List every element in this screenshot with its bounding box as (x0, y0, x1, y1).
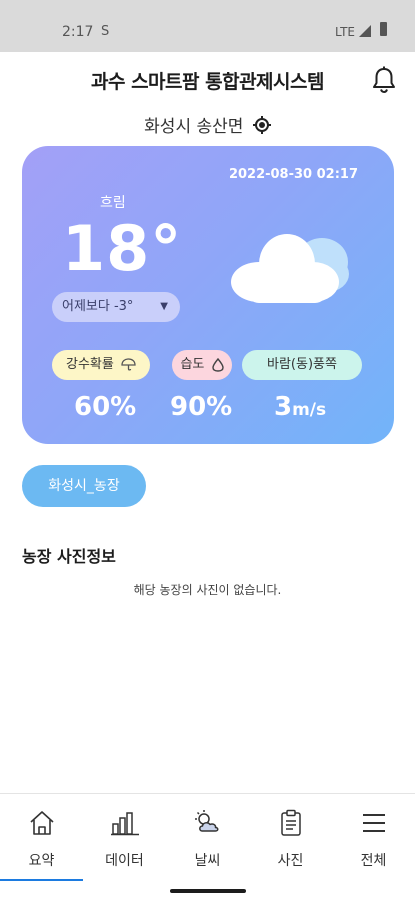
home-icon (0, 806, 83, 840)
nav-label-summary: 요약 (28, 853, 55, 869)
nav-label-photos: 사진 (277, 853, 304, 869)
nav-item-photos[interactable]: 사진 (249, 794, 332, 882)
rain-probability-badge: 강수확률 (52, 350, 150, 380)
cloud-icon (227, 224, 357, 308)
status-time: 2:17 (62, 24, 94, 40)
nav-item-summary[interactable]: 요약 (0, 794, 83, 882)
home-gesture-handle[interactable] (170, 889, 246, 893)
farm-select-chip[interactable]: 화성시_농장 (22, 465, 146, 507)
location-name: 화성시 송산면 (144, 117, 244, 137)
bottom-nav: 요약 데이터 날씨 사진 전체 (0, 793, 415, 882)
signal-icon (359, 25, 371, 41)
clipboard-icon (249, 806, 332, 840)
nav-label-data: 데이터 (105, 853, 144, 869)
menu-icon (332, 806, 415, 840)
bar-chart-icon (83, 806, 166, 840)
nav-label-all: 전체 (360, 853, 387, 869)
humidity-badge: 습도 (172, 350, 232, 380)
rain-probability-value: 60% (74, 392, 137, 422)
droplet-icon (211, 357, 224, 372)
wind-badge: 바람(동)풍쪽 (242, 350, 362, 380)
page-title: 과수 스마트팜 통합관제시스템 (91, 71, 324, 93)
weather-card: 2022-08-30 02:17 흐림 18° 어제보다 -3° ▼ 강수확률 … (22, 146, 394, 444)
photo-section-title: 농장 사진정보 (22, 547, 116, 566)
empty-photo-message: 해당 농장의 사진이 없습니다. (133, 583, 282, 597)
wind-speed-unit: m/s (292, 400, 327, 420)
app-header: 과수 스마트팜 통합관제시스템 (0, 52, 415, 108)
nav-label-weather: 날씨 (194, 853, 221, 869)
wind-speed: 3m/s (274, 392, 326, 422)
rain-label: 강수확률 (66, 357, 114, 372)
weather-icon (166, 806, 249, 840)
battery-icon (380, 22, 387, 36)
humidity-value: 90% (170, 392, 233, 422)
umbrella-icon (121, 358, 136, 371)
nav-item-weather[interactable]: 날씨 (166, 794, 249, 882)
caret-down-icon: ▼ (160, 301, 168, 312)
weather-condition: 흐림 (100, 195, 126, 211)
nav-item-all[interactable]: 전체 (332, 794, 415, 882)
sim-icon: S (101, 24, 110, 39)
gesture-area (0, 881, 415, 900)
compare-yesterday-dropdown[interactable]: 어제보다 -3° ▼ (52, 292, 180, 322)
location-selector[interactable]: 화성시 송산면 (0, 112, 415, 137)
compare-label: 어제보다 -3° (62, 299, 134, 314)
weather-datetime: 2022-08-30 02:17 (228, 167, 358, 182)
humidity-label: 습도 (180, 357, 205, 372)
location-target-icon (252, 115, 271, 134)
weather-temperature: 18° (62, 212, 183, 285)
bell-icon[interactable] (371, 66, 397, 98)
network-type: LTE (335, 25, 355, 39)
wind-label: 바람(동)풍쪽 (267, 357, 337, 372)
wind-speed-value: 3 (274, 392, 293, 422)
status-bar: 2:17 S LTE (0, 0, 415, 52)
nav-item-data[interactable]: 데이터 (83, 794, 166, 882)
